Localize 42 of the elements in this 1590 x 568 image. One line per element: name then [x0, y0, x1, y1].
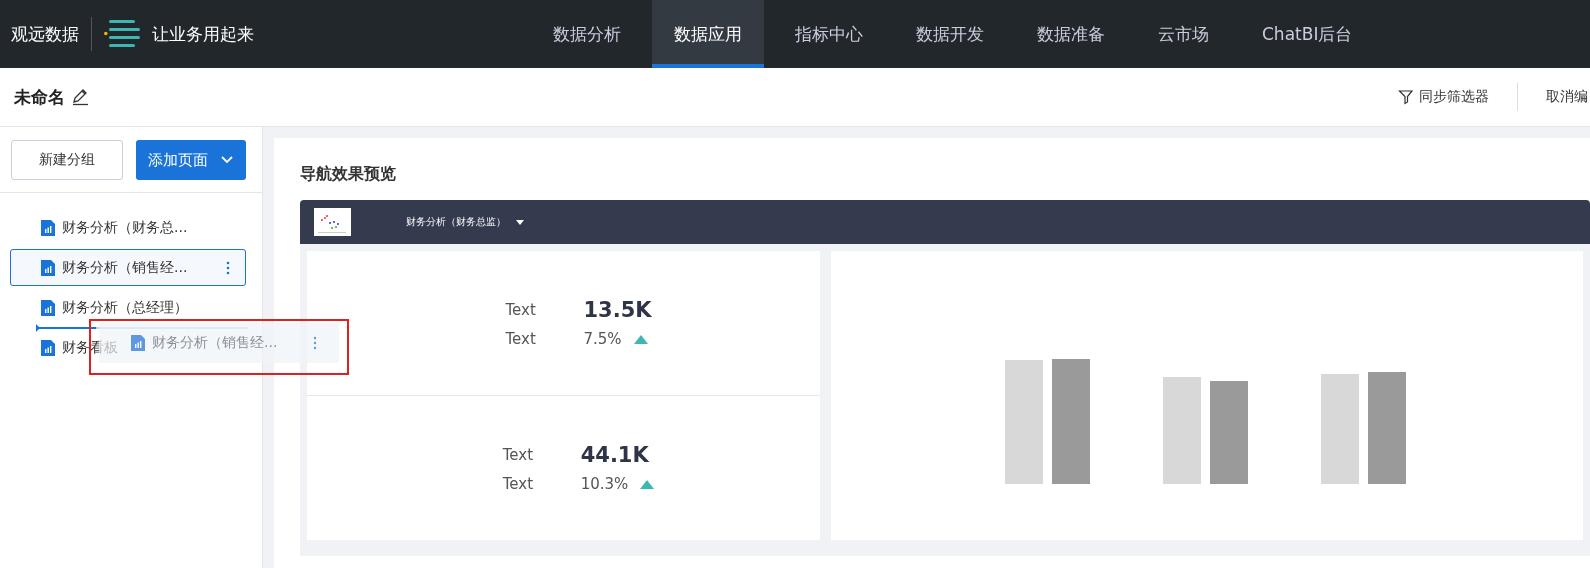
nav-tab[interactable]: 数据准备 — [1015, 0, 1127, 68]
up-triangle-icon — [633, 334, 648, 344]
brand-name: 观远数据 — [11, 22, 79, 46]
cancel-edit-button[interactable]: 取消编 — [1534, 88, 1590, 106]
nav-tab[interactable]: 数据开发 — [894, 0, 1006, 68]
preview-menu[interactable]: 财务分析（财务总监） — [406, 215, 506, 229]
page-item[interactable]: 财务分析（财务总... — [41, 217, 188, 238]
preview-title: 导航效果预览 — [300, 164, 397, 185]
kpi-change: 7.5% — [583, 330, 622, 348]
add-page-button[interactable]: 添加页面 — [136, 140, 246, 180]
new-group-button[interactable]: 新建分组 — [11, 140, 123, 180]
nav-tab[interactable]: 云市场 — [1136, 0, 1231, 68]
sync-filter-button[interactable]: 同步筛选器 — [1386, 88, 1501, 106]
kpi-label: Text — [505, 330, 537, 348]
kpi-label: Text — [505, 301, 537, 319]
up-triangle-icon — [640, 479, 655, 489]
filter-icon — [1398, 89, 1414, 105]
chevron-down-icon — [220, 155, 234, 165]
kpi-value: 44.1K — [580, 443, 650, 467]
more-icon — [313, 336, 317, 350]
kpi-label: Text — [502, 475, 534, 493]
kpi-value: 13.5K — [583, 298, 652, 322]
more-icon[interactable] — [226, 260, 230, 275]
logo-icon — [104, 19, 140, 49]
page-title: 未命名 — [14, 85, 65, 109]
nav-tab[interactable]: 数据分析 — [531, 0, 643, 68]
page-item[interactable]: 财务分析（总经理） — [41, 297, 188, 318]
nav-tab[interactable]: ChatBI后台 — [1240, 0, 1375, 68]
report-icon — [41, 259, 55, 276]
ghost-label: 财务分析（销售经... — [152, 334, 279, 352]
report-icon — [41, 299, 55, 316]
nav-tab[interactable]: 指标中心 — [773, 0, 885, 68]
caret-icon — [516, 219, 524, 225]
edit-icon[interactable] — [71, 88, 89, 106]
report-icon — [41, 219, 55, 236]
nav-tab[interactable]: 数据应用 — [652, 0, 764, 68]
page-item[interactable]: 财务分析（销售经... — [10, 249, 246, 286]
report-icon — [131, 335, 145, 351]
kpi-label: Text — [502, 446, 534, 464]
kpi-change: 10.3% — [580, 475, 629, 493]
report-icon — [41, 339, 55, 356]
brand-slogan: 让业务用起来 — [152, 22, 254, 46]
